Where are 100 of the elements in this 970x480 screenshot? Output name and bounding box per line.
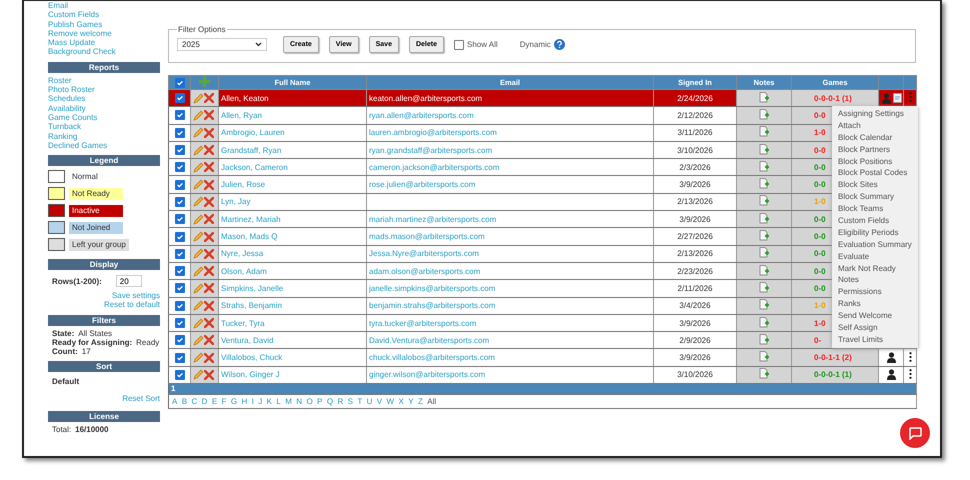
row-checkbox[interactable] — [174, 180, 184, 190]
add-note-icon[interactable] — [759, 264, 769, 276]
report-link[interactable]: Roster — [48, 76, 160, 86]
add-note-icon[interactable] — [759, 351, 769, 362]
row-checkbox[interactable] — [174, 110, 184, 120]
report-link[interactable]: Game Counts — [48, 112, 160, 122]
add-note-icon[interactable] — [759, 212, 769, 224]
pencil-icon[interactable] — [193, 127, 204, 138]
delete-icon[interactable] — [204, 248, 214, 259]
display-link[interactable]: Reset to default — [104, 300, 160, 310]
show-all-checkbox[interactable] — [454, 40, 464, 50]
add-note-icon[interactable] — [759, 299, 769, 310]
select-all-checkbox[interactable] — [174, 78, 184, 88]
pencil-icon[interactable] — [193, 248, 204, 260]
menu-item[interactable]: Evaluation Summary — [832, 238, 918, 251]
letter-filter-link[interactable]: S — [348, 397, 353, 406]
member-name-link[interactable]: Olson, Adam — [221, 266, 267, 276]
delete-icon[interactable] — [204, 145, 214, 156]
delete-icon[interactable] — [204, 232, 214, 242]
sidebar-link[interactable]: Publish Games — [48, 20, 160, 29]
member-name-link[interactable]: Wilson, Ginger J — [221, 370, 280, 380]
delete-icon[interactable] — [204, 162, 214, 172]
letter-filter-link[interactable]: O — [306, 397, 313, 406]
display-link[interactable]: Save settings — [112, 291, 160, 300]
letter-filter-link[interactable]: I — [252, 397, 254, 406]
add-note-icon[interactable] — [759, 160, 769, 172]
menu-item[interactable]: Travel Limits — [832, 334, 918, 346]
delete-icon[interactable] — [204, 370, 214, 380]
row-checkbox[interactable] — [174, 145, 184, 156]
pencil-icon[interactable] — [193, 266, 204, 277]
add-note-icon[interactable] — [759, 126, 769, 138]
letter-filter-link[interactable]: Z — [418, 397, 423, 406]
pencil-icon[interactable] — [193, 231, 204, 242]
row-checkbox[interactable] — [174, 232, 184, 242]
row-checkbox[interactable] — [174, 266, 184, 276]
add-note-icon[interactable] — [759, 178, 769, 190]
member-name-link[interactable]: Tucker, Tyra — [221, 318, 265, 328]
menu-item[interactable]: Self Assign — [832, 322, 918, 334]
delete-icon[interactable] — [204, 318, 214, 328]
add-note-icon[interactable] — [759, 230, 769, 242]
letter-filter-link[interactable]: C — [191, 397, 198, 406]
menu-item[interactable]: Block Partners — [832, 144, 918, 156]
menu-item[interactable]: Block Calendar — [832, 132, 918, 144]
menu-item[interactable]: Block Positions — [832, 156, 918, 168]
pencil-icon[interactable] — [193, 334, 204, 346]
member-name-link[interactable]: Nyre, Jessa — [221, 249, 264, 258]
letter-filter-link[interactable]: G — [230, 397, 238, 406]
reset-sort-link[interactable]: Reset Sort — [122, 394, 160, 404]
add-note-icon[interactable] — [759, 195, 769, 206]
rows-field[interactable]: 20 — [116, 275, 142, 288]
letter-filter-link[interactable]: W — [386, 397, 394, 406]
menu-item[interactable]: Block Sites — [832, 179, 918, 192]
member-name-link[interactable]: Grandstaff, Ryan — [221, 146, 282, 155]
menu-item[interactable]: Mark Not Ready — [832, 262, 918, 274]
letter-filter-link[interactable]: All — [427, 397, 436, 406]
menu-item[interactable]: Block Teams — [832, 203, 918, 216]
add-note-icon[interactable] — [759, 316, 769, 328]
letter-filter-link[interactable]: V — [376, 397, 382, 406]
letter-filter-link[interactable]: P — [317, 397, 322, 406]
letter-filter-link[interactable]: Q — [326, 397, 334, 406]
menu-item[interactable]: Evaluate — [832, 250, 918, 263]
pencil-icon[interactable] — [193, 282, 204, 294]
add-note-icon[interactable] — [759, 282, 769, 293]
report-link[interactable]: Turnback — [48, 122, 160, 132]
add-note-icon[interactable] — [759, 144, 769, 155]
sidebar-link[interactable]: Remove welcome — [48, 28, 160, 38]
letter-filter-link[interactable]: M — [285, 397, 292, 406]
member-name-link[interactable]: Ventura, David — [221, 336, 274, 345]
letter-filter-link[interactable]: Y — [408, 397, 414, 406]
row-checkbox[interactable] — [174, 196, 184, 207]
row-checkbox[interactable] — [174, 370, 184, 380]
pencil-icon[interactable] — [193, 300, 204, 312]
member-name-link[interactable]: Simpkins, Janelle — [221, 284, 284, 293]
letter-filter-link[interactable]: B — [182, 397, 188, 406]
pencil-icon[interactable] — [193, 369, 204, 380]
delete-icon[interactable] — [204, 352, 214, 363]
row-checkbox[interactable] — [174, 214, 184, 224]
row-checkbox[interactable] — [174, 162, 184, 172]
letter-filter-link[interactable]: D — [202, 397, 208, 406]
more-icon[interactable] — [908, 352, 912, 362]
row-checkbox[interactable] — [174, 283, 184, 294]
row-checkbox[interactable] — [174, 128, 184, 138]
pencil-icon[interactable] — [193, 352, 204, 364]
member-name-link[interactable]: Strahs, Benjamin — [221, 301, 282, 310]
pencil-icon[interactable] — [193, 196, 204, 208]
member-name-link[interactable]: Allen, Ryan — [221, 110, 262, 120]
menu-item[interactable]: Block Summary — [832, 191, 918, 204]
row-checkbox[interactable] — [174, 352, 184, 363]
member-name-link[interactable]: Ambrogio, Lauren — [221, 128, 285, 138]
delete-icon[interactable] — [204, 214, 214, 224]
delete-icon[interactable] — [204, 266, 214, 276]
report-link[interactable]: Ranking — [48, 132, 160, 141]
row-checkbox[interactable] — [174, 248, 184, 259]
pencil-icon[interactable] — [193, 144, 204, 156]
menu-item[interactable]: Block Postal Codes — [832, 167, 918, 180]
member-name-link[interactable]: Mason, Mads Q — [221, 232, 278, 242]
add-note-icon[interactable] — [759, 108, 769, 120]
person-icon[interactable] — [886, 369, 896, 380]
letter-filter-link[interactable]: T — [357, 397, 362, 406]
pencil-icon[interactable] — [193, 179, 204, 190]
